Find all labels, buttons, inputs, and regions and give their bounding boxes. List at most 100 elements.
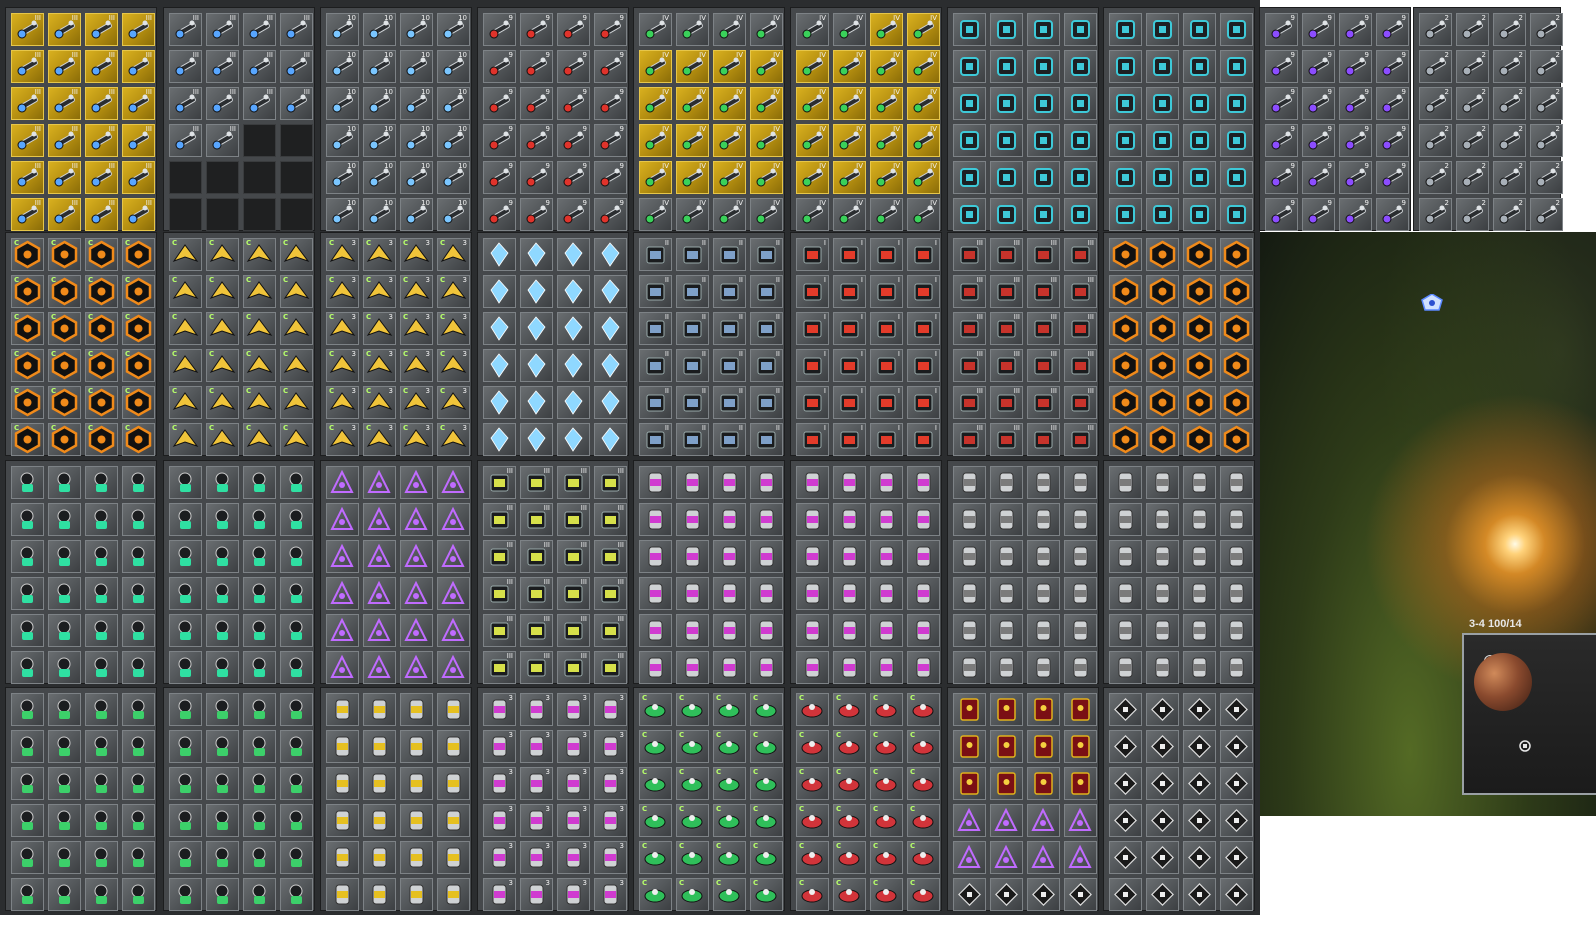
inventory-slot[interactable]: 9 <box>1265 87 1298 120</box>
minimap[interactable] <box>1462 633 1596 795</box>
inventory-slot[interactable]: III <box>122 50 155 83</box>
inventory-slot[interactable] <box>1183 198 1216 231</box>
inventory-slot[interactable] <box>1146 423 1179 456</box>
inventory-slot[interactable] <box>363 614 396 647</box>
inventory-slot[interactable] <box>833 651 866 684</box>
inventory-slot[interactable]: I <box>870 423 903 456</box>
inventory-slot[interactable]: C <box>85 423 118 456</box>
inventory-slot[interactable]: 3C <box>326 275 359 308</box>
inventory-slot[interactable]: II <box>713 275 746 308</box>
inventory-slot[interactable]: C <box>639 841 672 874</box>
inventory-slot[interactable]: C <box>639 730 672 763</box>
inventory-slot[interactable]: C <box>750 767 783 800</box>
inventory-slot[interactable] <box>1027 540 1060 573</box>
inventory-slot[interactable]: III <box>243 87 276 120</box>
inventory-slot[interactable]: 10 <box>326 198 359 231</box>
inventory-slot[interactable]: III <box>11 50 44 83</box>
inventory-slot[interactable]: III <box>169 87 202 120</box>
inventory-slot[interactable]: 3 <box>483 804 516 837</box>
inventory-slot[interactable] <box>953 540 986 573</box>
inventory-slot[interactable] <box>676 614 709 647</box>
inventory-slot[interactable] <box>520 423 553 456</box>
inventory-slot[interactable] <box>1064 50 1097 83</box>
inventory-slot[interactable]: 9 <box>594 124 627 157</box>
inventory-slot[interactable]: 9 <box>594 87 627 120</box>
inventory-slot[interactable] <box>48 540 81 573</box>
inventory-slot[interactable]: C <box>796 841 829 874</box>
inventory-slot[interactable] <box>326 730 359 763</box>
inventory-slot[interactable] <box>953 693 986 726</box>
inventory-slot[interactable] <box>907 466 940 499</box>
inventory-slot[interactable] <box>713 651 746 684</box>
inventory-slot[interactable] <box>243 841 276 874</box>
inventory-slot[interactable]: 3C <box>400 386 433 419</box>
inventory-slot[interactable] <box>1027 614 1060 647</box>
inventory-slot[interactable] <box>326 651 359 684</box>
inventory-slot[interactable]: IV <box>796 87 829 120</box>
inventory-slot[interactable] <box>85 767 118 800</box>
inventory-slot[interactable]: III <box>483 466 516 499</box>
inventory-slot[interactable] <box>85 804 118 837</box>
inventory-slot[interactable]: III <box>206 87 239 120</box>
inventory-slot[interactable]: IV <box>676 161 709 194</box>
inventory-slot[interactable]: IV <box>750 161 783 194</box>
inventory-slot[interactable]: III <box>557 651 590 684</box>
inventory-slot[interactable]: I <box>833 238 866 271</box>
inventory-slot[interactable]: C <box>676 841 709 874</box>
inventory-slot[interactable]: IV <box>796 13 829 46</box>
inventory-slot[interactable] <box>363 577 396 610</box>
inventory-slot[interactable]: 9 <box>520 161 553 194</box>
inventory-slot[interactable]: 3 <box>483 693 516 726</box>
inventory-slot[interactable]: C <box>85 275 118 308</box>
inventory-slot[interactable]: C <box>206 386 239 419</box>
inventory-slot[interactable] <box>85 503 118 536</box>
inventory-slot[interactable] <box>1027 767 1060 800</box>
inventory-slot[interactable]: 3C <box>400 349 433 382</box>
inventory-slot[interactable]: 10 <box>437 124 470 157</box>
inventory-slot[interactable]: III <box>85 198 118 231</box>
inventory-slot[interactable]: C <box>870 693 903 726</box>
inventory-slot[interactable]: 9 <box>594 161 627 194</box>
inventory-slot[interactable]: 3 <box>594 804 627 837</box>
inventory-slot[interactable]: IV <box>907 124 940 157</box>
inventory-slot[interactable]: 3 <box>483 841 516 874</box>
inventory-slot[interactable]: 10 <box>400 13 433 46</box>
inventory-slot[interactable]: C <box>833 693 866 726</box>
inventory-slot[interactable]: 2 <box>1530 161 1563 194</box>
inventory-slot[interactable]: C <box>243 275 276 308</box>
inventory-slot[interactable]: III <box>990 312 1023 345</box>
inventory-slot[interactable]: 2 <box>1493 87 1526 120</box>
inventory-slot[interactable] <box>243 804 276 837</box>
inventory-slot[interactable] <box>1064 730 1097 763</box>
inventory-slot[interactable] <box>713 540 746 573</box>
inventory-slot[interactable] <box>1220 386 1253 419</box>
inventory-slot[interactable]: III <box>990 275 1023 308</box>
empty-inventory-slot[interactable] <box>243 124 276 157</box>
inventory-slot[interactable] <box>11 804 44 837</box>
inventory-slot[interactable]: C <box>243 238 276 271</box>
inventory-slot[interactable] <box>1220 577 1253 610</box>
inventory-slot[interactable]: 3 <box>483 730 516 763</box>
inventory-slot[interactable]: III <box>953 423 986 456</box>
inventory-slot[interactable] <box>1064 124 1097 157</box>
inventory-slot[interactable]: C <box>11 312 44 345</box>
inventory-slot[interactable] <box>1109 198 1142 231</box>
inventory-slot[interactable] <box>833 540 866 573</box>
inventory-slot[interactable] <box>1064 878 1097 911</box>
inventory-slot[interactable] <box>990 651 1023 684</box>
inventory-slot[interactable] <box>1109 693 1142 726</box>
inventory-slot[interactable] <box>990 804 1023 837</box>
inventory-slot[interactable] <box>1109 161 1142 194</box>
inventory-slot[interactable]: III <box>243 50 276 83</box>
inventory-slot[interactable] <box>483 386 516 419</box>
inventory-slot[interactable] <box>1220 238 1253 271</box>
inventory-slot[interactable]: 9 <box>557 161 590 194</box>
inventory-slot[interactable]: 3C <box>400 238 433 271</box>
inventory-slot[interactable]: III <box>1064 386 1097 419</box>
inventory-slot[interactable] <box>990 540 1023 573</box>
inventory-slot[interactable]: C <box>11 386 44 419</box>
inventory-slot[interactable] <box>796 651 829 684</box>
inventory-slot[interactable] <box>1183 804 1216 837</box>
inventory-slot[interactable]: II <box>713 312 746 345</box>
inventory-slot[interactable]: 9 <box>1302 50 1335 83</box>
